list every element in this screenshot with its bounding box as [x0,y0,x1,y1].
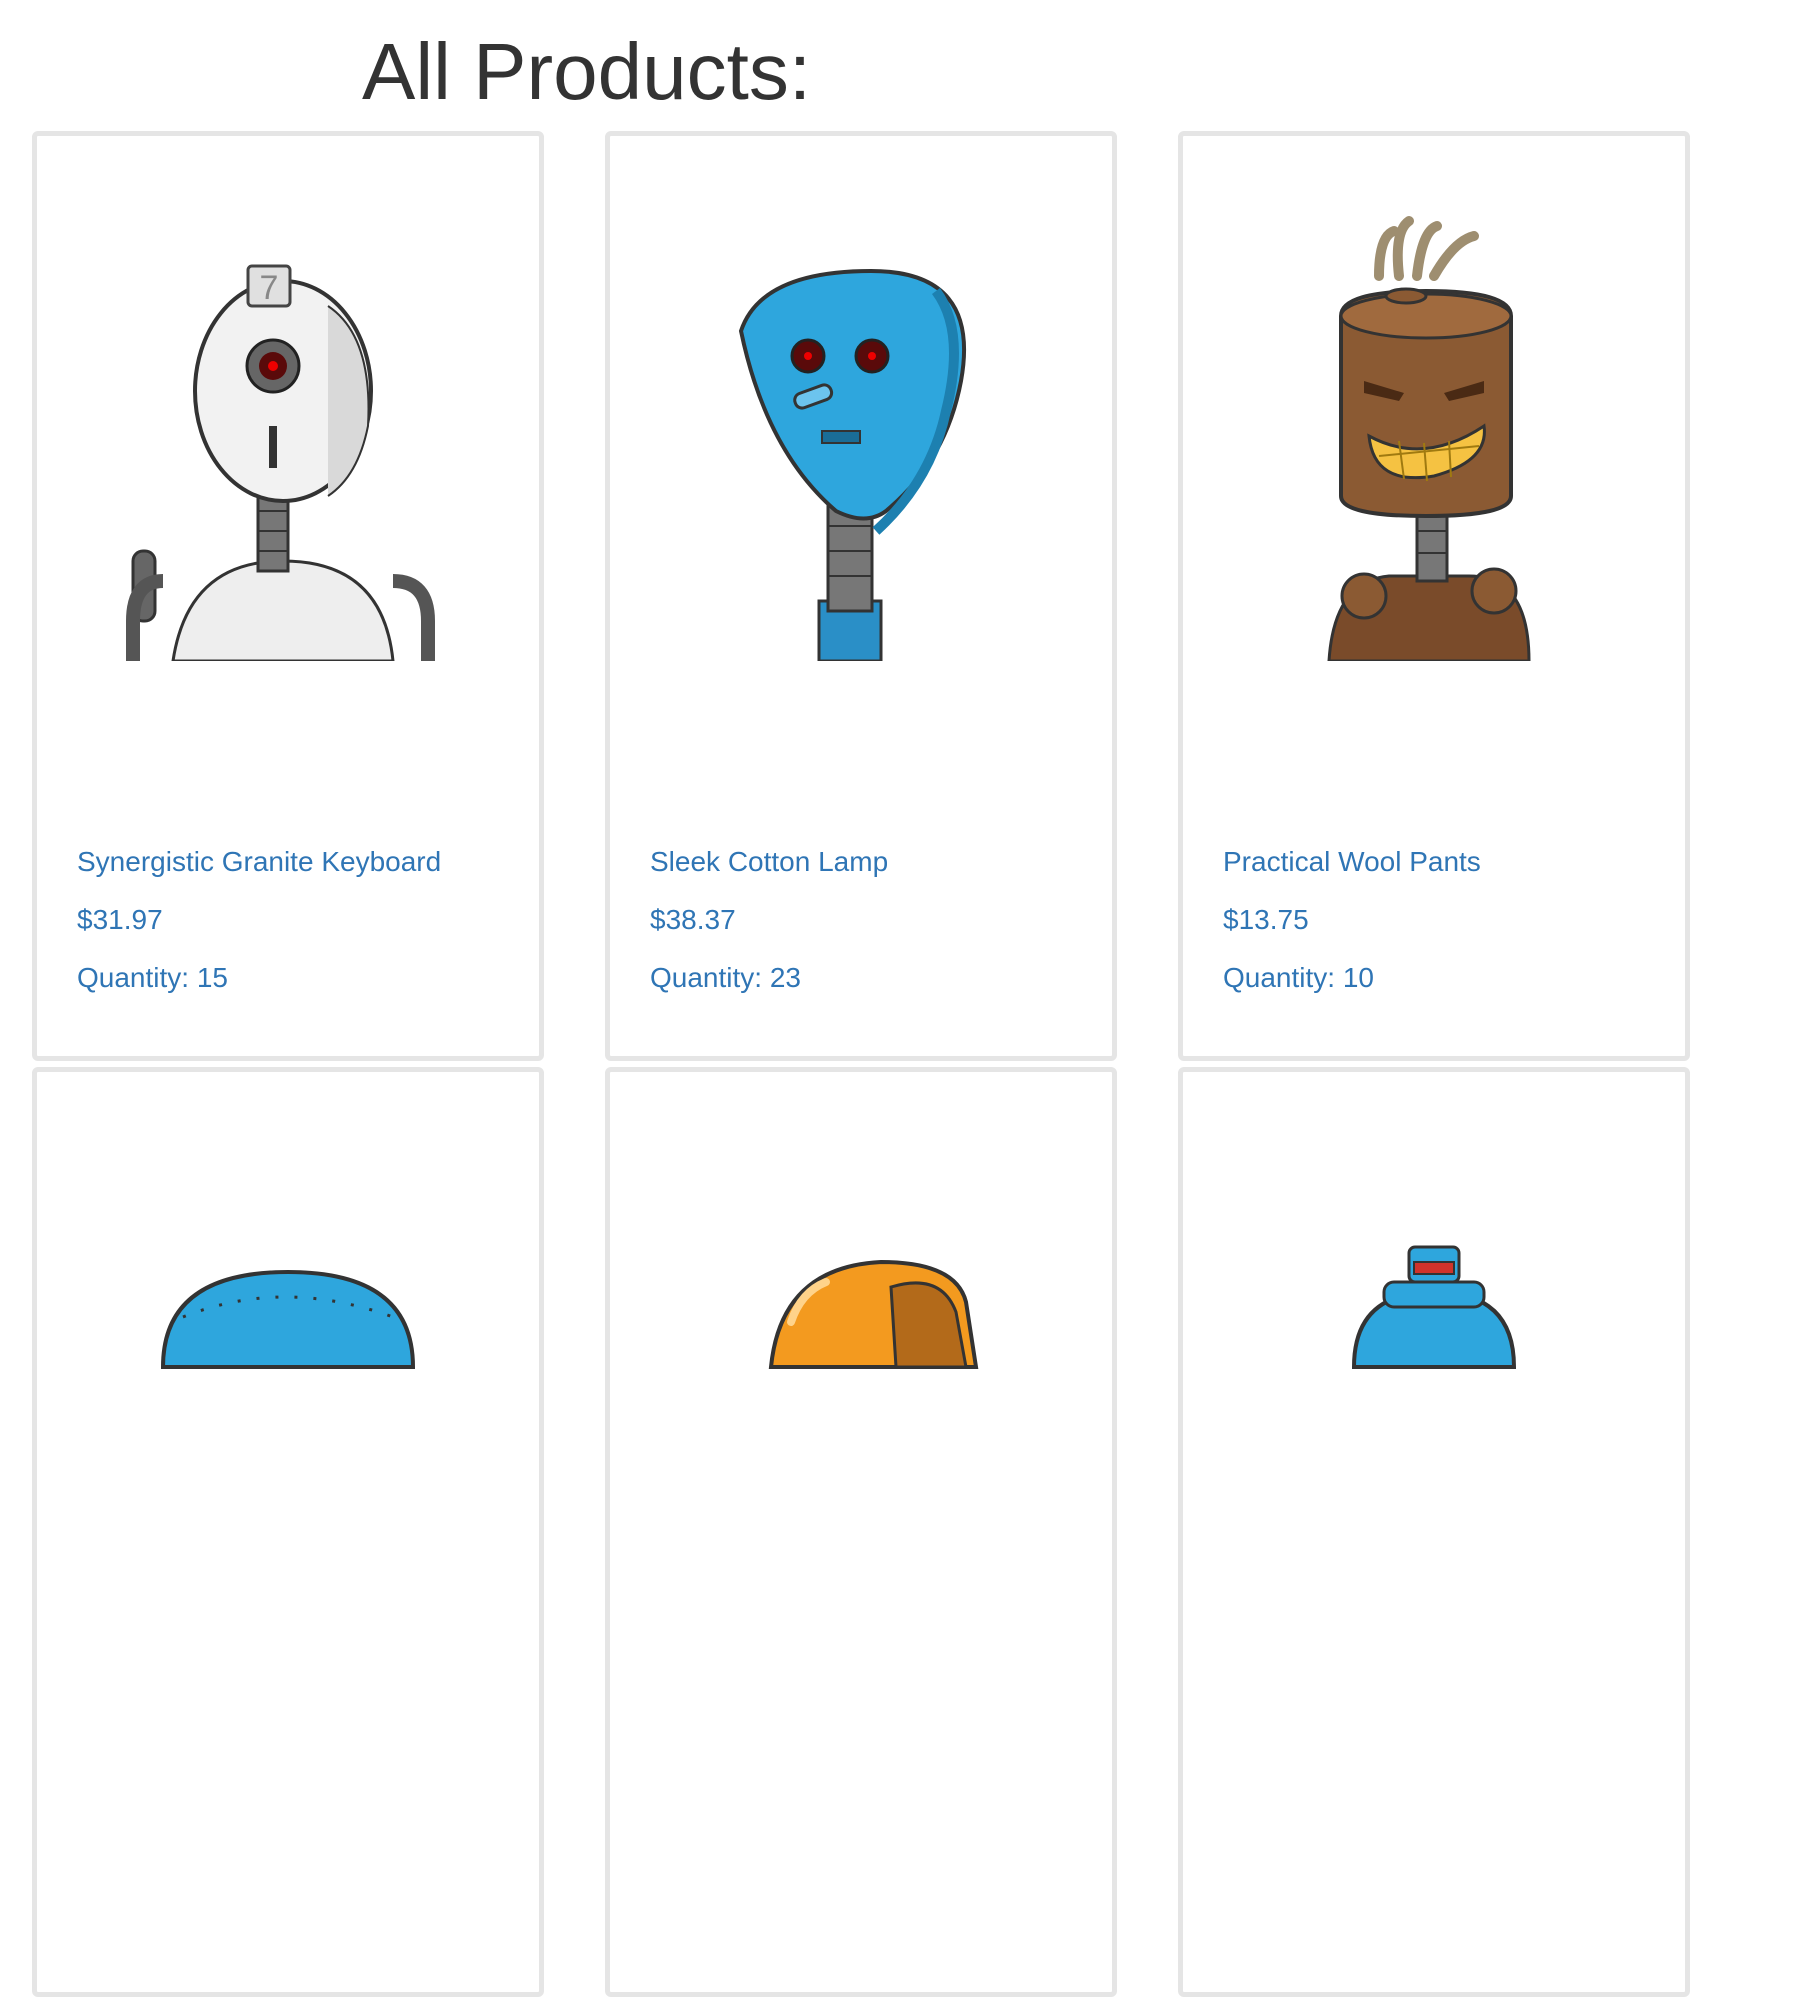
product-info: Practical Wool Pants $13.75 Quantity: 10 [1223,846,1481,994]
product-image[interactable] [610,1117,1112,1597]
product-price: $13.75 [1223,904,1309,935]
product-quantity: Quantity: 10 [1223,962,1374,993]
blue-dome-robot-icon [160,1269,416,1369]
blue-bottle-robot-icon [1351,1245,1517,1369]
blue-shield-robot-icon [738,268,967,661]
product-name-link[interactable]: Practical Wool Pants [1223,846,1481,878]
product-card[interactable] [1178,1067,1690,1997]
white-robot-7-icon: 7 [126,264,435,661]
wooden-tiki-robot-icon [1327,216,1531,661]
product-quantity: Quantity: 23 [650,962,801,993]
product-name-link[interactable]: Sleek Cotton Lamp [650,846,888,878]
product-card[interactable]: Sleek Cotton Lamp $38.37 Quantity: 23 [605,131,1117,1061]
orange-helmet-robot-icon [768,1259,979,1369]
product-image[interactable]: 7 [37,181,539,661]
product-card[interactable]: Practical Wool Pants $13.75 Quantity: 10 [1178,131,1690,1061]
product-card[interactable] [32,1067,544,1997]
product-name-link[interactable]: Synergistic Granite Keyboard [77,846,441,878]
product-quantity: Quantity: 15 [77,962,228,993]
product-info: Synergistic Granite Keyboard $31.97 Quan… [77,846,441,994]
product-card[interactable]: 7 Synergistic Granite Keyboard $31.97 Qu… [32,131,544,1061]
product-info: Sleek Cotton Lamp $38.37 Quantity: 23 [650,846,888,994]
product-card[interactable] [605,1067,1117,1997]
product-image[interactable] [1183,181,1685,661]
product-image[interactable] [610,181,1112,661]
product-price: $38.37 [650,904,736,935]
product-price: $31.97 [77,904,163,935]
product-image[interactable] [1183,1117,1685,1597]
product-image[interactable] [37,1117,539,1597]
product-grid: 7 Synergistic Granite Keyboard $31.97 Qu… [32,131,1690,1997]
page-title: All Products: [362,27,812,116]
svg-text:7: 7 [260,269,279,307]
products-page: All Products: 7 Synergistic Granite Keyb… [0,0,1800,1997]
